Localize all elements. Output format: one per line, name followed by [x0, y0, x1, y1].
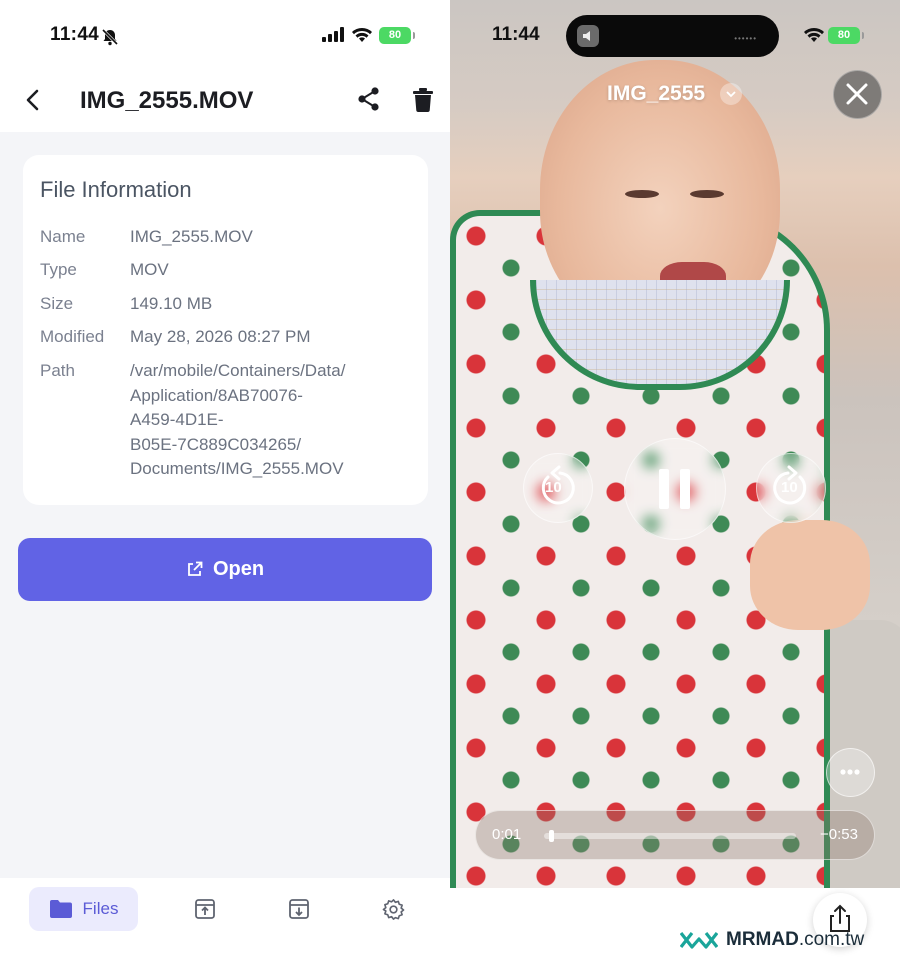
open-button[interactable]: Open: [18, 538, 432, 601]
skip-forward-button[interactable]: 10: [756, 453, 826, 523]
close-button[interactable]: [833, 70, 882, 119]
info-value: May 28, 2026 08:27 PM: [130, 327, 311, 346]
info-value: /var/mobile/Containers/Data/ Application…: [130, 361, 346, 478]
tab-download-icon[interactable]: [288, 898, 310, 920]
ellipsis-icon: [840, 769, 860, 775]
pause-icon: [659, 469, 690, 509]
folder-icon: [49, 900, 72, 918]
title-chevron-down-icon[interactable]: [720, 83, 742, 105]
open-external-icon: [188, 561, 203, 576]
file-information-card: File Information Name IMG_2555.MOV Type …: [23, 155, 428, 505]
progress-track[interactable]: [544, 833, 796, 839]
close-icon: [846, 83, 868, 105]
mrmad-logo: [680, 932, 718, 949]
tab-files-label: Files: [82, 899, 119, 918]
info-label: Size: [40, 294, 74, 313]
skip-back-label: 10: [545, 479, 562, 496]
file-detail-screen: 11:44 80 IMG_2555.MOV File Information N…: [0, 0, 450, 978]
info-label: Path: [40, 361, 75, 380]
status-bar: 11:44 80: [0, 0, 450, 70]
share-icon[interactable]: [356, 86, 382, 112]
wifi-icon: [352, 28, 372, 42]
trash-icon[interactable]: [412, 87, 434, 113]
status-time: 11:44: [50, 24, 100, 45]
playback-scrubber[interactable]: 0:01 −0:53: [475, 810, 875, 860]
video-player-screen: 11:44 •••••• 80 IMG_2555 10 10 0:01 −0:5…: [450, 0, 900, 978]
battery-indicator: 80: [379, 27, 415, 44]
card-title: File Information: [40, 177, 192, 202]
tab-upload-icon[interactable]: [194, 898, 216, 920]
pause-button[interactable]: [624, 438, 726, 540]
battery-indicator: 80: [828, 27, 864, 44]
back-chevron-icon[interactable]: [20, 86, 48, 114]
elapsed-time: 0:01: [492, 826, 522, 843]
tab-settings-gear-icon[interactable]: [382, 898, 405, 921]
info-value: 149.10 MB: [130, 294, 213, 313]
progress-handle[interactable]: [549, 830, 555, 842]
tab-bar: Files: [0, 878, 450, 978]
info-value: IMG_2555.MOV: [130, 227, 253, 246]
player-status-time: 11:44: [492, 24, 540, 45]
watermark-domain: .com.tw: [798, 929, 865, 950]
info-value: MOV: [130, 260, 169, 279]
wifi-icon: [804, 28, 824, 42]
remaining-time: −0:53: [820, 826, 858, 843]
tab-files[interactable]: Files: [29, 887, 138, 931]
info-label: Type: [40, 260, 77, 279]
cellular-signal-icon: [322, 27, 344, 42]
video-title[interactable]: IMG_2555: [607, 82, 705, 106]
more-options-button[interactable]: [826, 748, 875, 797]
watermark-brand: MRMAD: [726, 929, 799, 950]
dynamic-island: ••••••: [566, 15, 779, 57]
speaker-icon: [577, 25, 599, 47]
skip-back-button[interactable]: 10: [523, 453, 593, 523]
open-button-label: Open: [212, 558, 265, 580]
silent-mode-icon: [101, 28, 119, 46]
info-label: Modified: [40, 327, 105, 346]
watermark: MRMAD.com.tw: [680, 929, 864, 951]
info-label: Name: [40, 227, 86, 246]
page-title: IMG_2555.MOV: [80, 87, 254, 114]
skip-forward-label: 10: [781, 479, 798, 496]
navigation-bar: IMG_2555.MOV: [0, 70, 450, 132]
